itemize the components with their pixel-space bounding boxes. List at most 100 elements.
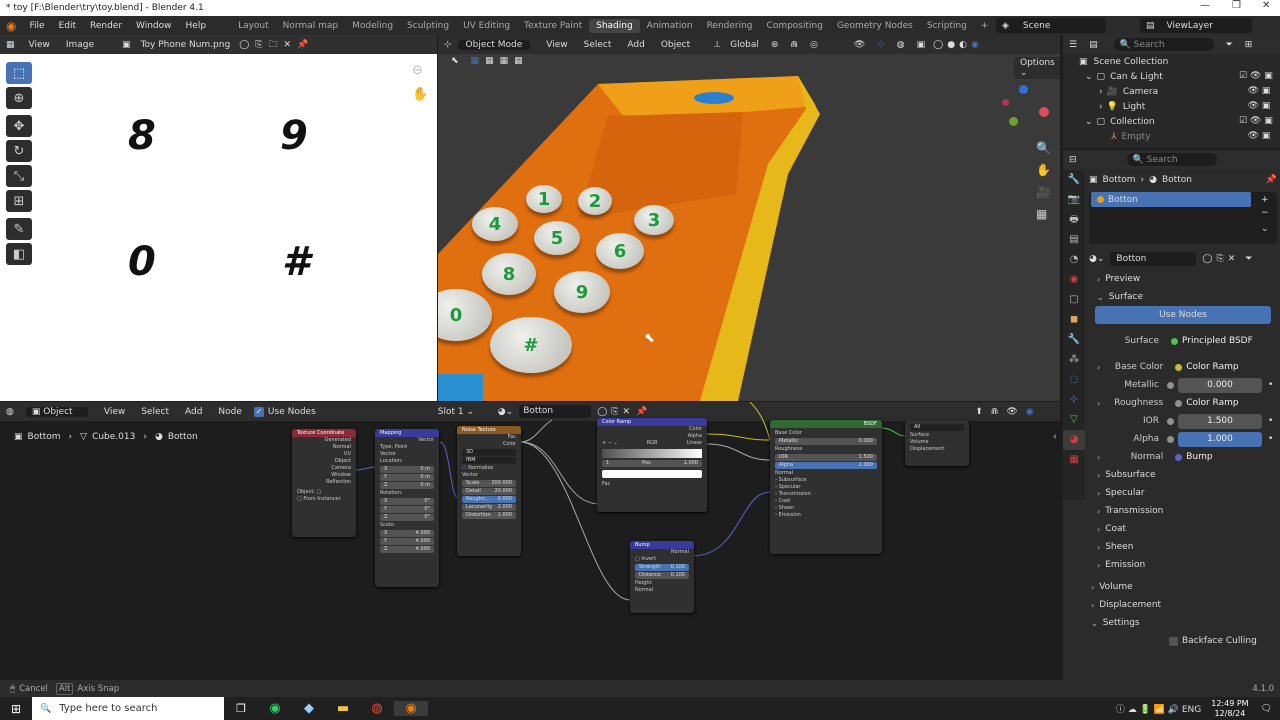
node-editor[interactable]: ◍ ▣ Object View Select Add Node ✓ Use No… xyxy=(0,402,1060,680)
tab-compositing[interactable]: Compositing xyxy=(760,21,830,31)
socket-camera[interactable]: Camera xyxy=(292,465,356,472)
ramp-interp-select[interactable]: Linear xyxy=(686,440,702,447)
proportional-edit-icon[interactable]: ◎ xyxy=(804,40,824,50)
tab-shading[interactable]: Shading xyxy=(589,18,640,33)
socket-alpha-out[interactable]: Alpha xyxy=(597,433,707,440)
fake-user-icon[interactable]: ◯ xyxy=(236,40,252,50)
move-tool-icon[interactable]: ✥ xyxy=(6,115,32,137)
bsdf-ior-field[interactable]: IOR 1.500 xyxy=(775,454,877,461)
node-bump[interactable]: Bump Normal ▢ Invert Strength 0.100 Dista… xyxy=(630,541,694,613)
shading-wireframe-icon[interactable]: ◯ xyxy=(931,40,945,50)
zoom-icon[interactable]: ⊖ xyxy=(412,63,423,78)
tab-modeling[interactable]: Modeling xyxy=(345,21,400,31)
transform-tool-icon[interactable]: ⊞ xyxy=(6,190,32,212)
gizmo-z-axis[interactable] xyxy=(1019,85,1028,94)
ramp-mode-select[interactable]: RGB xyxy=(647,440,658,447)
material-tab-icon[interactable]: ◕ xyxy=(1063,430,1085,450)
add-stop-icon[interactable]: + − ⌄ xyxy=(602,440,618,447)
output-target-select[interactable]: All xyxy=(910,424,964,431)
filter-icon[interactable]: ⏷ xyxy=(1214,40,1239,50)
scale-y-field[interactable]: Y 4.000 xyxy=(380,538,434,545)
bsdf-metallic-field[interactable]: Metallic 0.000 xyxy=(775,438,877,445)
slot-menu-icon[interactable]: ⌄ xyxy=(1261,224,1269,234)
windows-start-icon[interactable]: ⊞ xyxy=(0,702,32,716)
duplicate-material-icon[interactable]: ⎘ xyxy=(1216,254,1223,264)
socket-reflection[interactable]: Reflection xyxy=(292,479,356,486)
menu-window[interactable]: Window xyxy=(129,21,179,31)
physics-tab-icon[interactable]: ◌ xyxy=(1063,370,1085,390)
expand-icon[interactable]: › xyxy=(1099,102,1103,112)
ramp-gradient[interactable] xyxy=(602,449,702,458)
gizmo-neg-x[interactable] xyxy=(1002,99,1009,106)
socket-normal-in[interactable]: Normal xyxy=(630,587,694,594)
tab-animation[interactable]: Animation xyxy=(640,21,700,31)
type-value[interactable]: Point xyxy=(395,444,407,450)
xray-icon[interactable]: ▣ xyxy=(911,40,932,50)
socket-volume[interactable]: Volume xyxy=(905,439,969,446)
bsdf-sub-specular[interactable]: › Specular xyxy=(770,484,882,491)
visibility-toggle-icon[interactable]: ☑ 👁 ▣ xyxy=(1239,114,1273,129)
scale-z-field[interactable]: Z 4.000 xyxy=(380,546,434,553)
modifier-tab-icon[interactable]: 🔧 xyxy=(1063,330,1085,350)
ramp-stop-color[interactable] xyxy=(602,470,702,478)
socket-normal-out[interactable]: Normal xyxy=(630,549,694,556)
ior-field[interactable]: 1.500 xyxy=(1178,413,1262,429)
add-workspace-icon[interactable]: + xyxy=(974,21,996,31)
noise-detail-field[interactable]: Detail 20.000 xyxy=(462,488,516,495)
node-principled-bsdf[interactable]: BSDF Base Color Metallic 0.000 Roughness … xyxy=(770,420,882,554)
unlink-image-icon[interactable]: ✕ xyxy=(280,40,294,50)
taskbar-search[interactable]: 🔍 Type here to search xyxy=(32,697,224,720)
noise-type-select[interactable]: fBM xyxy=(462,457,516,464)
render-tab-icon[interactable]: 📷 xyxy=(1063,190,1085,210)
node-texture-coordinate[interactable]: Texture Coordinate Generated Normal UV O… xyxy=(292,429,356,537)
editor-type-icon[interactable]: ▦ xyxy=(0,40,21,50)
constraints-tab-icon[interactable]: ⊹ xyxy=(1063,390,1085,410)
node-color-ramp[interactable]: Color Ramp Color Alpha + − ⌄ RGB Linear … xyxy=(597,418,707,512)
visibility-toggle-icon[interactable]: 👁 ▣ xyxy=(1239,84,1273,99)
new-image-icon[interactable]: ⎘ xyxy=(252,40,265,50)
cursor-tool-icon[interactable]: ⊕ xyxy=(6,87,32,109)
loc-z-field[interactable]: Z 0 m xyxy=(380,482,434,489)
visibility-toggle-icon[interactable]: 👁 ▣ xyxy=(1239,129,1273,144)
viewport-menu-add[interactable]: Add xyxy=(619,40,652,50)
panel-displacement[interactable]: › Displacement xyxy=(1089,596,1277,614)
invert-checkbox[interactable]: ▢ Invert xyxy=(630,556,694,563)
maximize-icon[interactable]: ❐ xyxy=(1232,0,1241,11)
menu-edit[interactable]: Edit xyxy=(52,21,83,31)
normalize-checkbox[interactable]: ☑ Normalize xyxy=(457,465,521,472)
view-layer-selector[interactable]: ▤ ViewLayer xyxy=(1140,18,1252,33)
pin-icon[interactable]: 📌 xyxy=(294,40,311,50)
base-color-link[interactable]: Color Ramp xyxy=(1171,359,1268,375)
node-noise-texture[interactable]: Noise Texture Fac Color 3D fBM ☑ Normali… xyxy=(457,426,521,556)
keyframe-icon[interactable]: • xyxy=(1268,380,1273,390)
minimize-icon[interactable]: — xyxy=(1200,0,1210,11)
add-slot-icon[interactable]: + xyxy=(1261,195,1269,205)
material-filter-icon[interactable]: ⏷ xyxy=(1245,254,1252,264)
particles-tab-icon[interactable]: ⁂ xyxy=(1063,350,1085,370)
socket-uv[interactable]: UV xyxy=(292,451,356,458)
new-collection-icon[interactable]: ⊞ xyxy=(1239,40,1259,50)
bsdf-alpha-field[interactable]: Alpha 1.000 xyxy=(775,462,877,469)
use-nodes-button[interactable]: Use Nodes xyxy=(1095,306,1271,324)
keyframe-icon[interactable]: • xyxy=(1268,416,1273,426)
tab-scripting[interactable]: Scripting xyxy=(920,21,974,31)
subpanel-sheen[interactable]: › Sheen xyxy=(1089,538,1277,556)
perspective-toggle-icon[interactable]: ▦ xyxy=(1036,207,1047,221)
noise-roughness-field[interactable]: Roughn... 0.000 xyxy=(462,496,516,503)
material-slot-item[interactable]: Botton xyxy=(1091,192,1251,207)
socket-fac[interactable]: Fac xyxy=(457,434,521,441)
file-explorer-icon[interactable]: ▬ xyxy=(326,701,360,716)
socket-roughness[interactable]: Roughness xyxy=(770,446,882,453)
alpha-field[interactable]: 1.000 xyxy=(1178,431,1262,447)
scale-tool-icon[interactable]: ⤡ xyxy=(6,165,32,187)
rot-z-field[interactable]: Z 0° xyxy=(380,514,434,521)
socket-color-out[interactable]: Color xyxy=(597,426,707,433)
distance-field[interactable]: Distance 0.100 xyxy=(635,572,689,579)
task-view-icon[interactable]: ❐ xyxy=(224,702,258,715)
socket-height[interactable]: Height xyxy=(630,580,694,587)
data-tab-icon[interactable]: ▽ xyxy=(1063,410,1085,430)
roughness-link[interactable]: Color Ramp xyxy=(1171,395,1268,411)
rot-x-field[interactable]: X 0° xyxy=(380,498,434,505)
dimension-select[interactable]: 3D xyxy=(462,449,516,456)
socket-fac-in[interactable]: Fac xyxy=(597,481,707,488)
